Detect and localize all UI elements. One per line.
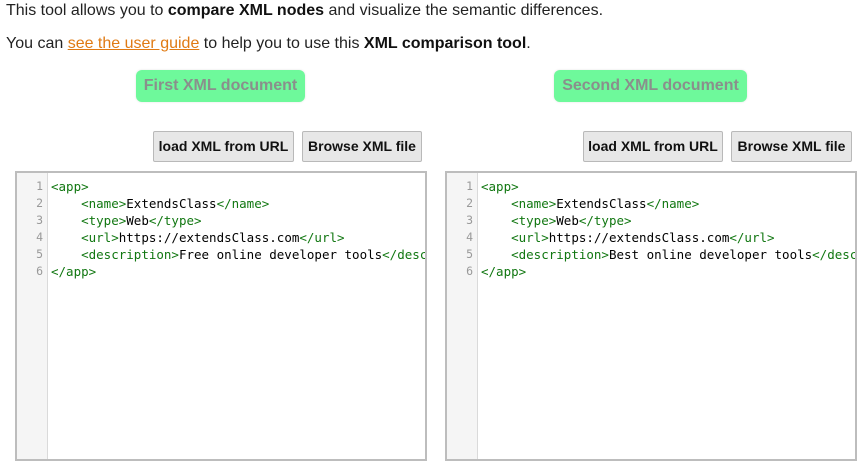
line-number: 6 — [466, 264, 473, 278]
code-content: <description>Best online developer tools… — [481, 246, 857, 263]
xml-open-tag: <name> — [511, 196, 557, 211]
intro-text: . — [526, 35, 531, 52]
xml-close-tag: </url> — [729, 230, 775, 245]
first-xml-editor[interactable]: 1 <app> 2 <name>ExtendsClass</name> 3 <type… — [15, 171, 427, 461]
line-number: 1 — [36, 179, 43, 193]
line-number: 1 — [466, 179, 473, 193]
xml-open-tag: <type> — [511, 213, 557, 228]
xml-open-tag: <type> — [81, 213, 127, 228]
intro-bold-text: compare XML nodes — [167, 2, 325, 19]
xml-open-tag: <url> — [81, 230, 119, 245]
second-browse-file-button[interactable]: Browse XML file — [731, 131, 852, 162]
xml-text: ExtendsClass — [556, 196, 647, 211]
code-line: 4 <url>https://extendsClass.com</url> — [447, 229, 855, 246]
line-number: 4 — [466, 230, 473, 244]
intro-bold-text: XML comparison tool — [363, 35, 527, 52]
code-line: 3 <type>Web</type> — [17, 212, 425, 229]
code-line: 1 <app> — [447, 178, 855, 195]
intro-line-1: This tool allows you to compare XML node… — [6, 1, 603, 21]
intro-text: to help you to use this — [199, 35, 364, 52]
code-line: 6 </app> — [447, 263, 855, 280]
code-line: 4 <url>https://extendsClass.com</url> — [17, 229, 425, 246]
line-number: 5 — [36, 247, 43, 261]
xml-close-tag: </description> — [812, 247, 857, 262]
code-content: <type>Web</type> — [51, 212, 202, 229]
xml-open-tag: <name> — [81, 196, 127, 211]
xml-text: https://extendsClass.com — [118, 230, 300, 245]
second-xml-editor[interactable]: 1 <app> 2 <name>ExtendsClass</name> 3 <type… — [445, 171, 857, 461]
code-content: <name>ExtendsClass</name> — [51, 195, 269, 212]
code-lines: 1 <app> 2 <name>ExtendsClass</name> 3 <type… — [17, 178, 425, 280]
first-document-title: First XML document — [136, 70, 305, 102]
xml-close-tag: </description> — [382, 247, 427, 262]
line-number: 2 — [36, 196, 43, 210]
intro-text: This tool allows you to — [6, 2, 168, 19]
xml-open-tag: <description> — [511, 247, 609, 262]
xml-open-tag: <app> — [481, 179, 519, 194]
code-line: 5 <description>Best online developer too… — [447, 246, 855, 263]
xml-text: Best online developer tools — [608, 247, 813, 262]
line-number: 5 — [466, 247, 473, 261]
line-number: 3 — [36, 213, 43, 227]
line-number: 3 — [466, 213, 473, 227]
code-content: <app> — [481, 178, 519, 195]
code-content: <url>https://extendsClass.com</url> — [481, 229, 775, 246]
xml-close-tag: </name> — [646, 196, 700, 211]
xml-open-tag: </app> — [51, 264, 97, 279]
code-content: <url>https://extendsClass.com</url> — [51, 229, 345, 246]
xml-close-tag: </name> — [216, 196, 270, 211]
code-line: 2 <name>ExtendsClass</name> — [447, 195, 855, 212]
xml-open-tag: </app> — [481, 264, 527, 279]
code-content: <name>ExtendsClass</name> — [481, 195, 699, 212]
second-document-title: Second XML document — [554, 70, 747, 102]
xml-close-tag: </url> — [299, 230, 345, 245]
line-number: 2 — [466, 196, 473, 210]
line-number: 4 — [36, 230, 43, 244]
xml-text: Web — [556, 213, 579, 228]
code-content: </app> — [51, 263, 96, 280]
code-lines: 1 <app> 2 <name>ExtendsClass</name> 3 <type… — [447, 178, 855, 280]
xml-text: https://extendsClass.com — [548, 230, 730, 245]
xml-open-tag: <description> — [81, 247, 179, 262]
code-line: 5 <description>Free online developer too… — [17, 246, 425, 263]
code-content: <description>Free online developer tools… — [51, 246, 427, 263]
code-content: </app> — [481, 263, 526, 280]
code-content: <app> — [51, 178, 89, 195]
xml-text: Web — [126, 213, 149, 228]
code-line: 6 </app> — [17, 263, 425, 280]
code-line: 2 <name>ExtendsClass</name> — [17, 195, 425, 212]
xml-open-tag: <app> — [51, 179, 89, 194]
second-load-url-button[interactable]: load XML from URL — [583, 131, 723, 162]
intro-text: and visualize the semantic differences. — [324, 2, 604, 19]
user-guide-link[interactable]: see the user guide — [68, 35, 200, 52]
xml-open-tag: <url> — [511, 230, 549, 245]
code-content: <type>Web</type> — [481, 212, 632, 229]
code-line: 1 <app> — [17, 178, 425, 195]
xml-text: Free online developer tools — [178, 247, 383, 262]
xml-close-tag: </type> — [148, 213, 202, 228]
intro-text: You can — [6, 35, 68, 52]
xml-close-tag: </type> — [578, 213, 632, 228]
first-load-url-button[interactable]: load XML from URL — [153, 131, 294, 162]
line-number: 6 — [36, 264, 43, 278]
code-line: 3 <type>Web</type> — [447, 212, 855, 229]
first-browse-file-button[interactable]: Browse XML file — [302, 131, 422, 162]
xml-text: ExtendsClass — [126, 196, 217, 211]
intro-line-2: You can see the user guide to help you t… — [6, 34, 531, 54]
